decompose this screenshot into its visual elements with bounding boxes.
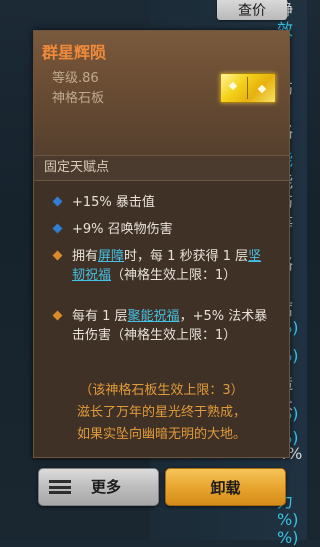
- unload-button[interactable]: 卸载: [165, 468, 286, 506]
- bg-fragment: %): [277, 510, 299, 529]
- section-title: 固定天赋点: [34, 155, 289, 181]
- tooltip-header: 群星辉陨 等级.86 神格石板: [34, 31, 289, 155]
- diamond-icon: [52, 250, 63, 261]
- more-button[interactable]: 更多: [38, 468, 159, 506]
- item-level: 等级.86: [52, 71, 99, 86]
- flavor-text: 如果实坠向幽暗无明的大地。: [76, 427, 246, 442]
- bg-fragment: %): [277, 528, 299, 547]
- flavor-text: 滋长了万年的星光终于熟成，: [76, 405, 246, 420]
- diamond-icon: [52, 223, 63, 234]
- limit-note: （该神格石板生效上限：3）: [79, 383, 244, 398]
- item-type: 神格石板: [52, 91, 105, 106]
- diamond-icon: [52, 310, 63, 321]
- slate-icon: [220, 73, 276, 103]
- item-tooltip: 群星辉陨 等级.86 神格石板 固定天赋点 +15% 暴击值 +9% 召唤物伤害…: [33, 30, 290, 458]
- menu-icon: [49, 480, 71, 494]
- attribute-text: 拥有屏障时，每 1 秒获得 1 层坚韧祝福（神格生效上限：1）: [72, 249, 262, 283]
- diamond-icon: [52, 196, 63, 207]
- focus-blessing-link[interactable]: 聚能祝福: [128, 309, 180, 324]
- barrier-link[interactable]: 屏障: [98, 249, 124, 264]
- attribute-text: +15% 暴击值: [72, 195, 155, 210]
- check-price-button[interactable]: 查价: [217, 0, 287, 20]
- attribute-text: +9% 召唤物伤害: [72, 222, 173, 237]
- item-name: 群星辉陨: [42, 43, 107, 62]
- more-button-label: 更多: [91, 478, 122, 496]
- attribute-text: 每有 1 层聚能祝福，+5% 法术暴击伤害（神格生效上限：1）: [72, 309, 268, 343]
